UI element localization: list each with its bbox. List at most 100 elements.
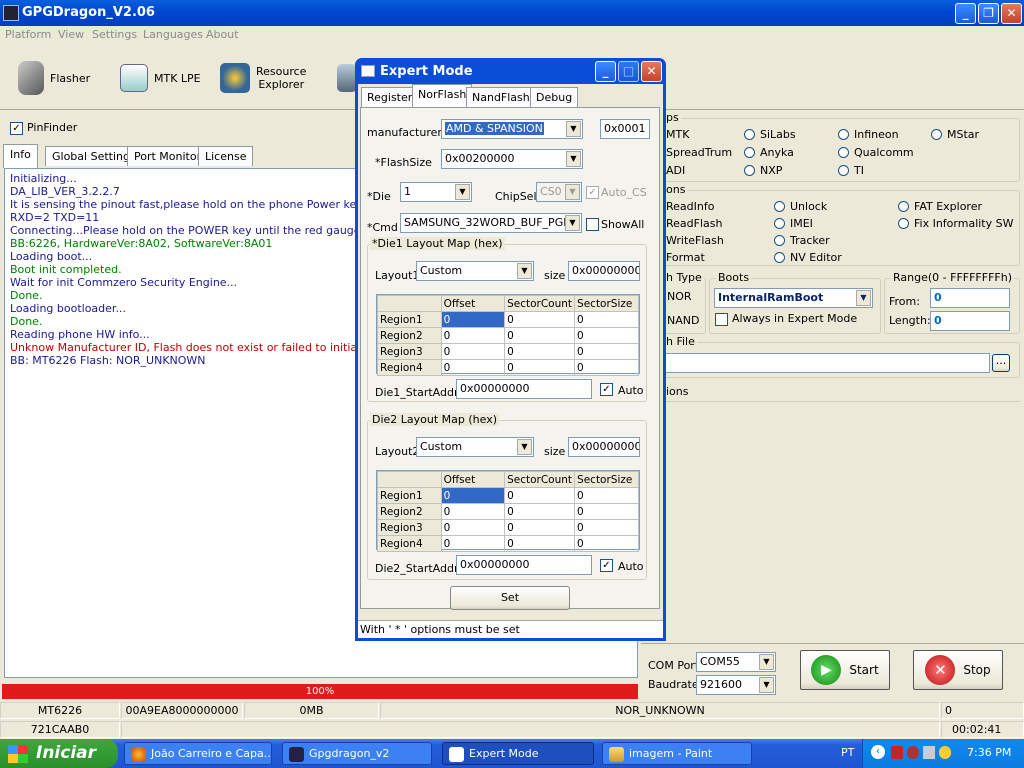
minimize-button[interactable]: _: [955, 3, 976, 24]
option-radio[interactable]: [898, 218, 909, 229]
size1-input[interactable]: 0x00000000: [568, 261, 640, 281]
chip-option-anyka[interactable]: Anyka: [760, 146, 794, 159]
option-radio[interactable]: [774, 252, 785, 263]
chip-option-nxp[interactable]: NXP: [760, 164, 782, 177]
baudrate-select[interactable]: 921600 ▼: [696, 675, 776, 695]
table-row[interactable]: Region2 0 0 0: [377, 327, 639, 344]
grid-cell[interactable]: 0: [504, 343, 576, 360]
flash-type-nand[interactable]: NAND: [667, 314, 699, 327]
grid-cell[interactable]: 0: [504, 327, 576, 344]
showall-checkbox[interactable]: [586, 218, 599, 231]
tab-info[interactable]: Info: [3, 144, 38, 168]
table-row[interactable]: Region3 0 0 0: [377, 519, 639, 536]
flash-type-nor[interactable]: NOR: [667, 290, 692, 303]
com-port-select[interactable]: COM55 ▼: [696, 652, 776, 672]
table-row[interactable]: Region4 0 0 0: [377, 535, 639, 552]
dialog-maximize-button[interactable]: □: [618, 61, 639, 82]
option-imei[interactable]: IMEI: [790, 217, 813, 230]
grid-cell[interactable]: 0: [504, 311, 576, 328]
menu-settings[interactable]: Settings: [92, 28, 137, 41]
chip-radio[interactable]: [838, 165, 849, 176]
option-radio[interactable]: [898, 201, 909, 212]
menu-view[interactable]: View: [58, 28, 84, 41]
chip-option-silabs[interactable]: SiLabs: [760, 128, 796, 141]
always-expert-checkbox[interactable]: [715, 313, 728, 326]
grid-cell[interactable]: 0: [574, 343, 639, 360]
grid-cell[interactable]: 0: [440, 503, 506, 520]
die-select[interactable]: 1 ▼: [400, 182, 472, 202]
cmd-select[interactable]: SAMSUNG_32WORD_BUF_PGM ▼: [400, 213, 582, 233]
range-length-input[interactable]: 0: [930, 311, 1010, 331]
chip-option-mstar[interactable]: MStar: [947, 128, 979, 141]
resource-explorer-button[interactable]: Resource Explorer: [220, 56, 306, 100]
option-readinfo[interactable]: ReadInfo: [666, 200, 714, 213]
language-indicator[interactable]: PT: [841, 746, 854, 759]
option-radio[interactable]: [774, 218, 785, 229]
chip-option-adi[interactable]: ADI: [666, 164, 685, 177]
grid-cell[interactable]: 0: [574, 503, 639, 520]
chevron-left-icon[interactable]: ‹: [871, 745, 885, 759]
task-paint[interactable]: imagem - Paint: [602, 742, 752, 765]
chip-radio[interactable]: [838, 129, 849, 140]
chip-radio[interactable]: [931, 129, 942, 140]
table-row[interactable]: Region2 0 0 0: [377, 503, 639, 520]
grid-cell[interactable]: 0: [440, 343, 506, 360]
grid-cell[interactable]: 0: [440, 311, 506, 328]
table-row[interactable]: Region1 0 0 0: [377, 311, 639, 328]
grid-cell[interactable]: 0: [440, 359, 506, 376]
range-from-input[interactable]: 0: [930, 288, 1010, 308]
table-row[interactable]: Region1 0 0 0: [377, 487, 639, 504]
tab-license[interactable]: License: [198, 146, 254, 166]
chip-option-qualcomm[interactable]: Qualcomm: [854, 146, 914, 159]
grid-cell[interactable]: 0: [574, 535, 639, 552]
grid-cell[interactable]: 0: [440, 327, 506, 344]
grid-cell[interactable]: 0: [574, 311, 639, 328]
grid-cell[interactable]: 0: [440, 487, 506, 504]
task-expert-mode[interactable]: Expert Mode: [442, 742, 594, 765]
grid-cell[interactable]: 0: [504, 359, 576, 376]
chip-option-mtk[interactable]: MTK: [666, 128, 689, 141]
chip-option-infineon[interactable]: Infineon: [854, 128, 899, 141]
die1-grid[interactable]: Offset SectorCount SectorSize Region1 0 0 0 Reg…: [376, 294, 640, 376]
size2-input[interactable]: 0x00000000: [568, 437, 640, 457]
task-gpgdragon[interactable]: Gpgdragon_v2: [282, 742, 432, 765]
menu-languages[interactable]: Languages: [143, 28, 203, 41]
grid-cell[interactable]: 0: [504, 503, 576, 520]
die1-auto-checkbox[interactable]: ✓: [600, 383, 613, 396]
grid-cell[interactable]: 0: [504, 535, 576, 552]
chip-option-ti[interactable]: TI: [854, 164, 864, 177]
grid-cell[interactable]: 0: [574, 519, 639, 536]
grid-cell[interactable]: 0: [440, 519, 506, 536]
grid-cell[interactable]: 0: [574, 359, 639, 376]
grid-cell[interactable]: 0: [440, 535, 506, 552]
layout2-select[interactable]: Custom ▼: [416, 437, 534, 457]
close-button[interactable]: ✕: [1001, 3, 1022, 24]
manufacturer-id-input[interactable]: 0x0001: [600, 119, 650, 139]
chip-radio[interactable]: [744, 147, 755, 158]
pinfinder-checkbox[interactable]: ✓: [10, 122, 23, 135]
network-icon[interactable]: [923, 746, 935, 759]
boots-select[interactable]: InternalRamBoot ▼: [714, 288, 873, 308]
messenger-icon[interactable]: [939, 746, 951, 759]
flashsize-select[interactable]: 0x00200000 ▼: [441, 149, 583, 169]
die2-grid[interactable]: Offset SectorCount SectorSize Region1 0 0 0 Reg…: [376, 470, 640, 552]
grid-cell[interactable]: 0: [504, 487, 576, 504]
chip-radio[interactable]: [744, 165, 755, 176]
start-button[interactable]: ▶ Start: [800, 650, 890, 690]
dialog-close-button[interactable]: ✕: [641, 61, 662, 82]
tab-register[interactable]: Register: [361, 87, 419, 107]
option-unlock[interactable]: Unlock: [790, 200, 827, 213]
die1-start-input[interactable]: 0x00000000: [456, 379, 592, 399]
table-row[interactable]: Region4 0 0 0: [377, 359, 639, 376]
tab-port-monitor[interactable]: Port Monitor: [127, 146, 209, 166]
manufacturer-select[interactable]: AMD & SPANSION ▼: [441, 119, 583, 139]
option-fat-explorer[interactable]: FAT Explorer: [914, 200, 982, 213]
browse-button[interactable]: ...: [992, 354, 1010, 372]
grid-cell[interactable]: 0: [504, 519, 576, 536]
menu-about[interactable]: About: [206, 28, 239, 41]
set-button[interactable]: Set: [450, 586, 570, 610]
option-format[interactable]: Format: [666, 251, 705, 264]
tool-icon[interactable]: [337, 64, 357, 92]
option-tracker[interactable]: Tracker: [790, 234, 830, 247]
mtk-lpe-button[interactable]: MTK LPE: [120, 56, 201, 100]
